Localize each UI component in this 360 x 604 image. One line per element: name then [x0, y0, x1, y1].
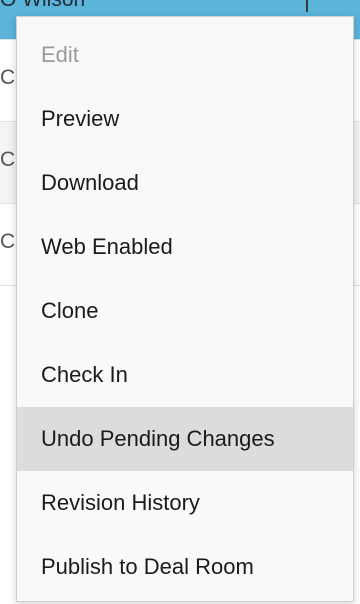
list-row-label: O Wilson: [0, 0, 85, 12]
menu-item-check-in[interactable]: Check In: [17, 343, 353, 407]
context-menu: Edit Preview Download Web Enabled Clone …: [16, 16, 354, 602]
menu-item-publish-to-deal-room[interactable]: Publish to Deal Room: [17, 535, 353, 599]
menu-item-download[interactable]: Download: [17, 151, 353, 215]
menu-item-revision-history[interactable]: Revision History: [17, 471, 353, 535]
menu-item-undo-pending-changes[interactable]: Undo Pending Changes: [17, 407, 353, 471]
column-divider: [306, 0, 308, 12]
menu-item-clone[interactable]: Clone: [17, 279, 353, 343]
menu-item-preview[interactable]: Preview: [17, 87, 353, 151]
list-row-label: C: [0, 66, 16, 89]
list-row-label: C: [0, 148, 16, 171]
screen: O Wilson C C C Edit Preview Download Web…: [0, 0, 360, 604]
list-row-label: C: [0, 230, 16, 253]
menu-item-edit: Edit: [41, 42, 79, 67]
menu-item-web-enabled[interactable]: Web Enabled: [17, 215, 353, 279]
